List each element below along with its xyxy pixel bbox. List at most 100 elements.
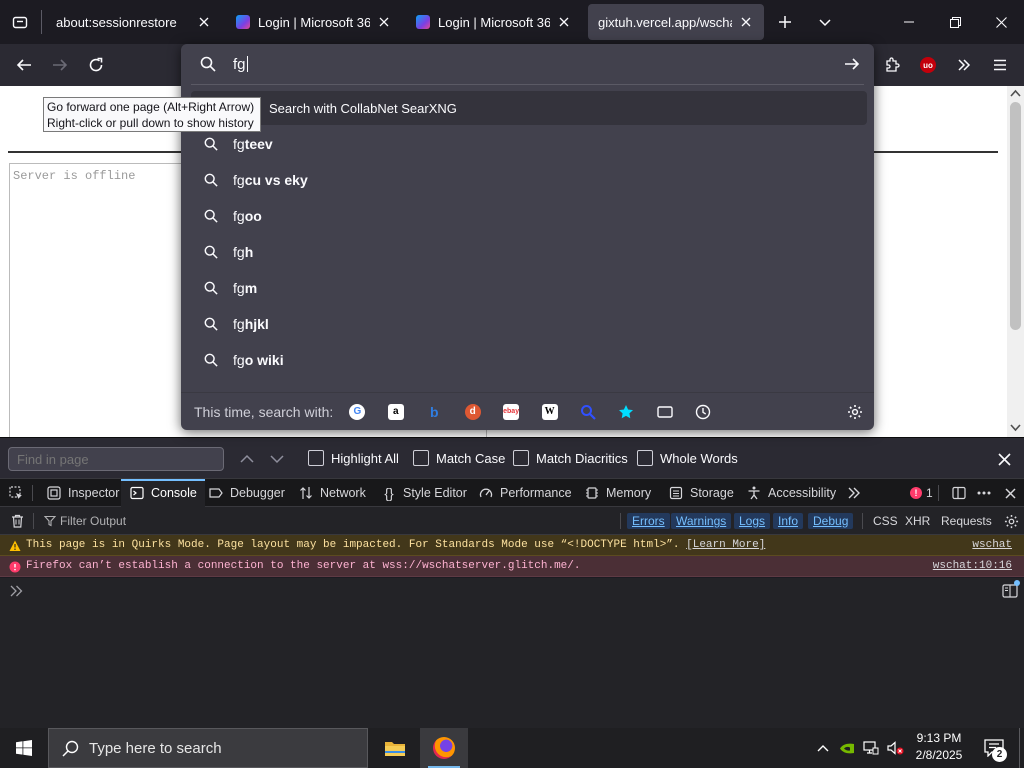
filter-xhr-button[interactable]: XHR [905, 514, 930, 528]
tab-microsoft-login-1[interactable]: Login | Microsoft 365 C [226, 4, 402, 40]
console-input[interactable] [0, 578, 1024, 728]
tab-debugger[interactable]: Debugger [208, 479, 285, 507]
highlight-all-checkbox[interactable]: Highlight All [308, 450, 399, 466]
file-explorer-taskbar-button[interactable] [372, 728, 418, 768]
suggestion-row[interactable]: fgcu vs eky [191, 163, 867, 197]
filter-errors-button[interactable]: Errors [627, 513, 670, 529]
console-settings-button[interactable] [1002, 513, 1020, 529]
show-hidden-icons-button[interactable] [812, 728, 834, 768]
filter-warnings-button[interactable]: Warnings [671, 513, 732, 529]
suggestion-row[interactable]: fghjkl [191, 307, 867, 341]
devtools-menu-button[interactable] [975, 485, 993, 501]
editor-mode-button[interactable] [1002, 580, 1020, 598]
checkbox-box[interactable] [413, 450, 429, 466]
ebay-icon[interactable]: ebay [492, 397, 530, 427]
element-picker-button[interactable] [6, 484, 26, 502]
dock-side-button[interactable] [950, 485, 968, 501]
list-all-tabs-button[interactable] [812, 10, 838, 34]
filter-css-button[interactable]: CSS [873, 514, 898, 528]
close-window-button[interactable] [978, 0, 1024, 44]
close-devtools-button[interactable] [1001, 485, 1019, 501]
tab-overview-button[interactable] [8, 10, 32, 34]
tab-close-icon[interactable] [196, 14, 212, 30]
filter-logs-button[interactable]: Logs [734, 513, 771, 529]
suggestion-row[interactable]: fgoo [191, 199, 867, 233]
tab-memory[interactable]: Memory [584, 479, 651, 507]
find-in-page-input[interactable] [8, 447, 224, 471]
match-diacritics-checkbox[interactable]: Match Diacritics [513, 450, 628, 466]
tab-sessionrestore[interactable]: about:sessionrestore [46, 4, 222, 40]
error-count-badge[interactable]: ! 1 [910, 485, 933, 501]
new-tab-button[interactable] [772, 10, 798, 34]
scroll-down-icon[interactable] [1010, 424, 1021, 432]
show-desktop-button[interactable] [1019, 728, 1024, 768]
searxng-icon[interactable] [569, 397, 607, 427]
tab-console[interactable]: Console [121, 479, 205, 507]
forward-button[interactable] [44, 49, 76, 81]
tab-microsoft-login-2[interactable]: Login | Microsoft 365 C [406, 4, 582, 40]
tab-wschat[interactable]: gixtuh.vercel.app/wschat [588, 4, 764, 40]
duckduckgo-icon[interactable]: d [453, 397, 491, 427]
extensions-button[interactable] [876, 49, 908, 81]
tab-performance[interactable]: Performance [478, 479, 572, 507]
tabs-icon[interactable] [646, 397, 684, 427]
find-previous-button[interactable] [236, 450, 258, 468]
match-case-checkbox[interactable]: Match Case [413, 450, 505, 466]
bing-icon[interactable]: b [415, 397, 453, 427]
suggestion-row[interactable]: fgteev [191, 127, 867, 161]
whole-words-checkbox[interactable]: Whole Words [637, 450, 738, 466]
maximize-button[interactable] [932, 0, 978, 44]
amazon-icon[interactable]: a [377, 397, 415, 427]
checkbox-box[interactable] [308, 450, 324, 466]
go-arrow-icon[interactable] [844, 56, 860, 72]
overflow-menu-button[interactable] [948, 49, 980, 81]
bookmarks-icon[interactable] [607, 397, 645, 427]
filter-output-input[interactable]: Filter Output [40, 507, 610, 534]
suggestion-row[interactable]: fgh [191, 235, 867, 269]
checkbox-box[interactable] [513, 450, 529, 466]
search-settings-button[interactable] [836, 397, 874, 427]
suggestion-row[interactable]: fgm [191, 271, 867, 305]
tab-style-editor[interactable]: {} Style Editor [381, 479, 467, 507]
tab-close-icon[interactable] [738, 14, 754, 30]
more-tools-button[interactable] [845, 485, 863, 501]
page-scrollbar-thumb[interactable] [1010, 102, 1021, 330]
volume-tray-icon[interactable] [884, 728, 906, 768]
action-center-button[interactable]: 2 [976, 728, 1012, 768]
app-menu-button[interactable] [984, 49, 1016, 81]
filter-requests-button[interactable]: Requests [941, 514, 992, 528]
tab-close-icon[interactable] [556, 14, 572, 30]
network-tray-icon[interactable] [860, 728, 882, 768]
urlbar-input-row[interactable]: fg [181, 44, 874, 84]
taskbar-search-box[interactable]: Type here to search [48, 728, 368, 768]
wikipedia-icon[interactable]: W [530, 397, 568, 427]
tab-storage[interactable]: Storage [668, 479, 734, 507]
scroll-up-icon[interactable] [1010, 89, 1021, 97]
back-button[interactable] [8, 49, 40, 81]
clear-console-button[interactable] [8, 513, 26, 529]
warning-source-link[interactable]: wschat [972, 535, 1012, 556]
clock[interactable]: 9:13 PM 2/8/2025 [908, 730, 970, 766]
learn-more-link[interactable]: [Learn More] [686, 539, 765, 551]
error-source-link[interactable]: wschat:10:16 [933, 556, 1012, 577]
tab-network[interactable]: Network [298, 479, 366, 507]
close-find-bar-button[interactable] [994, 449, 1014, 469]
google-icon[interactable]: G [338, 397, 376, 427]
suggestion-row[interactable]: fgo wiki [191, 343, 867, 377]
checkbox-box[interactable] [637, 450, 653, 466]
filter-debug-button[interactable]: Debug [808, 513, 854, 529]
firefox-taskbar-button[interactable] [420, 728, 468, 768]
ublock-origin-button[interactable]: uo [912, 49, 944, 81]
urlbar-input[interactable]: fg [233, 56, 248, 73]
tab-close-icon[interactable] [376, 14, 392, 30]
tab-accessibility[interactable]: Accessibility [746, 479, 836, 507]
reload-button[interactable] [80, 49, 112, 81]
history-icon[interactable] [684, 397, 722, 427]
nvidia-tray-icon[interactable] [836, 728, 858, 768]
tab-inspector[interactable]: Inspector [42, 479, 123, 507]
minimize-button[interactable] [886, 0, 932, 44]
search-with-engine-row[interactable]: Search with CollabNet SearXNG [191, 91, 867, 125]
start-button[interactable] [0, 728, 48, 768]
find-next-button[interactable] [266, 450, 288, 468]
filter-info-button[interactable]: Info [773, 513, 804, 529]
